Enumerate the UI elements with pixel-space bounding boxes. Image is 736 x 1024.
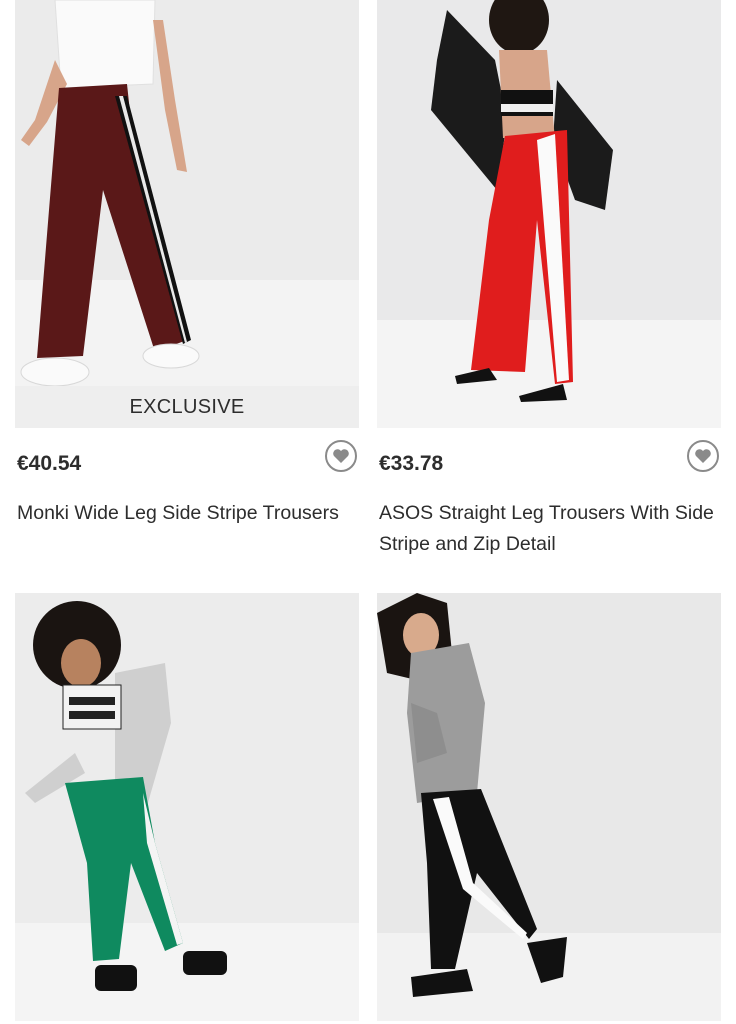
product-card[interactable] <box>377 593 721 1021</box>
product-card[interactable]: EXCLUSIVE €40.54 Monki Wide Leg Side Str… <box>15 0 359 529</box>
product-title[interactable]: Monki Wide Leg Side Stripe Trousers <box>15 498 359 529</box>
heart-icon[interactable] <box>325 440 357 472</box>
heart-icon[interactable] <box>687 440 719 472</box>
product-image[interactable] <box>377 593 721 1021</box>
product-image[interactable]: EXCLUSIVE <box>15 0 359 428</box>
product-image[interactable] <box>15 593 359 1021</box>
product-card[interactable] <box>15 593 359 1021</box>
product-title[interactable]: ASOS Straight Leg Trousers With Side Str… <box>377 498 721 560</box>
product-price: €40.54 <box>17 452 82 475</box>
product-price: €33.78 <box>379 452 444 475</box>
product-image[interactable] <box>377 0 721 428</box>
product-card[interactable]: €33.78 ASOS Straight Leg Trousers With S… <box>377 0 721 560</box>
exclusive-badge: EXCLUSIVE <box>15 386 359 428</box>
